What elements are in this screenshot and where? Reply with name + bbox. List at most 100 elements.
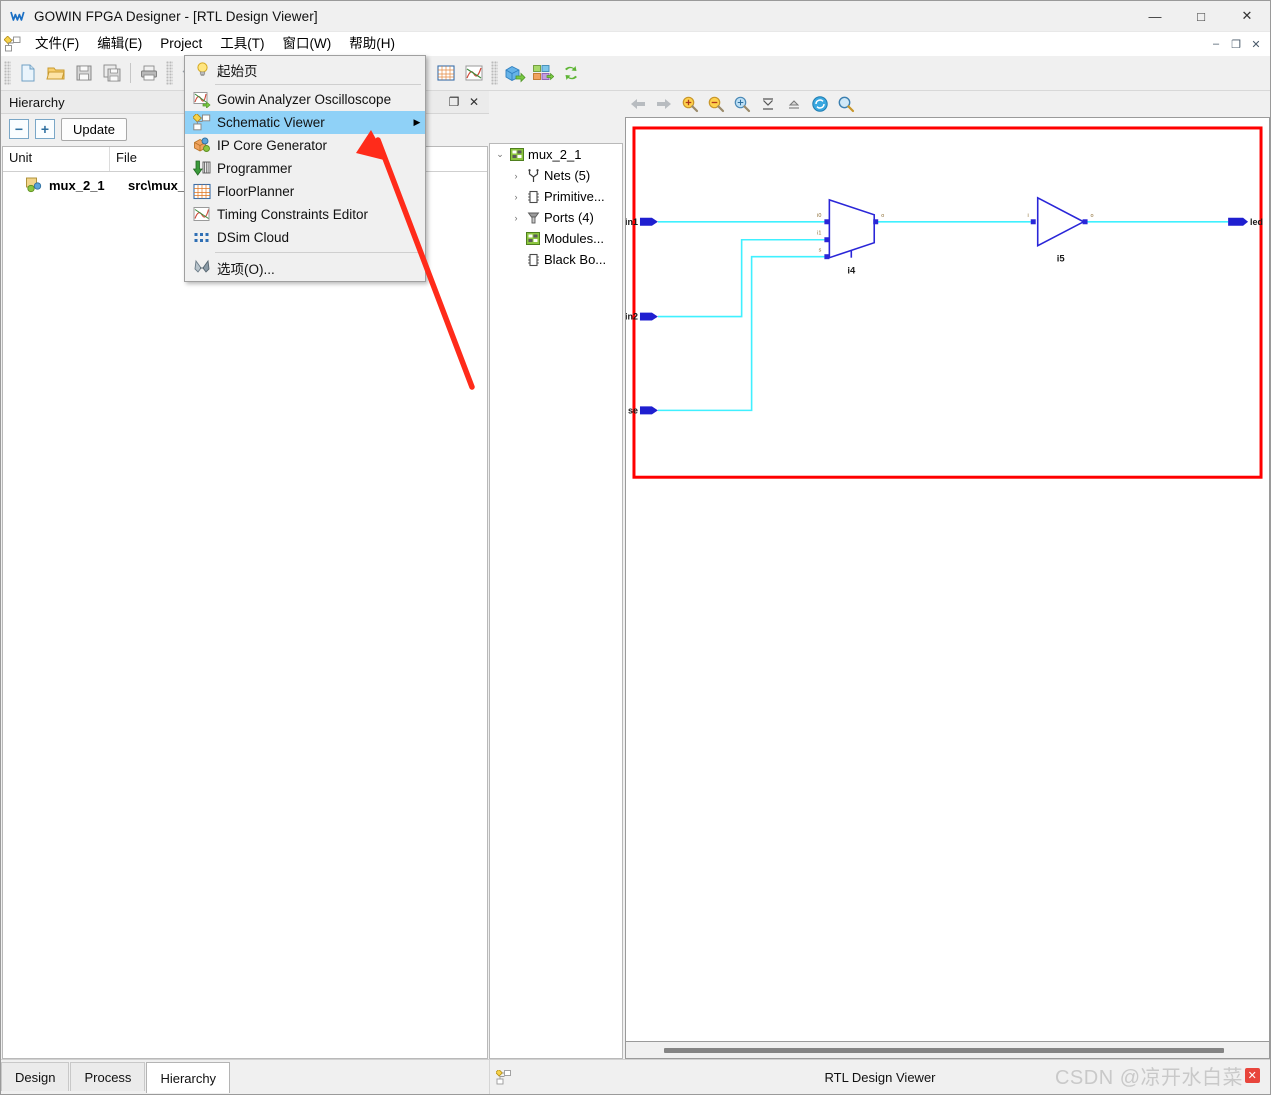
- refresh-icon[interactable]: [557, 59, 585, 87]
- zoom-out-icon[interactable]: [703, 92, 729, 116]
- window-controls: — □ ✕: [1132, 1, 1270, 31]
- collapse-all-button[interactable]: −: [9, 119, 29, 139]
- tools-menu-label: DSim Cloud: [217, 230, 290, 245]
- tools-menu-programmer[interactable]: Programmer: [185, 157, 425, 180]
- back-arrow-icon[interactable]: [625, 92, 651, 116]
- menu-help[interactable]: 帮助(H): [340, 33, 404, 56]
- port-icon: [524, 211, 542, 225]
- column-header-unit[interactable]: Unit: [3, 147, 110, 171]
- chevron-down-icon[interactable]: ⌄: [492, 149, 508, 160]
- menu-file[interactable]: 文件(F): [26, 33, 88, 56]
- ip-core-generator-icon[interactable]: [501, 59, 529, 87]
- save-all-icon[interactable]: [98, 59, 126, 87]
- tree-node-primitives[interactable]: › Primitive...: [490, 186, 622, 207]
- panel-close-button[interactable]: ✕: [465, 93, 483, 111]
- expand-all-button[interactable]: +: [35, 119, 55, 139]
- window-maximize-button[interactable]: □: [1178, 1, 1224, 31]
- tree-node-nets[interactable]: › Nets (5): [490, 165, 622, 186]
- schematic-canvas[interactable]: i0 i1 s o i4 i o i5 in1 in2 se led: [625, 117, 1270, 1042]
- mdi-restore-button[interactable]: ❐: [1226, 35, 1246, 53]
- floorplanner-icon[interactable]: [432, 59, 460, 87]
- window-title: GOWIN FPGA Designer - [RTL Design Viewer…: [34, 8, 318, 24]
- update-button[interactable]: Update: [61, 117, 127, 141]
- open-folder-icon[interactable]: [42, 59, 70, 87]
- search-icon[interactable]: [833, 92, 859, 116]
- panel-float-button[interactable]: ❐: [445, 93, 463, 111]
- menu-edit[interactable]: 编辑(E): [88, 33, 151, 56]
- expand-icon[interactable]: [781, 92, 807, 116]
- tab-design[interactable]: Design: [1, 1062, 70, 1091]
- hierarchy-panel-title: Hierarchy: [9, 94, 65, 110]
- zoom-fit-icon[interactable]: [729, 92, 755, 116]
- submenu-arrow-icon: ▶: [413, 117, 421, 127]
- schematic-viewer-icon[interactable]: [529, 59, 557, 87]
- tab-process[interactable]: Process: [70, 1062, 146, 1091]
- instance-i5[interactable]: i o i5: [1028, 196, 1094, 265]
- mdi-minimize-button[interactable]: –: [1206, 35, 1226, 53]
- save-icon[interactable]: [70, 59, 98, 87]
- tools-menu-label: Gowin Analyzer Oscilloscope: [217, 92, 392, 107]
- schematic-horizontal-scrollbar[interactable]: [625, 1042, 1270, 1059]
- buffer-body: [1036, 196, 1086, 248]
- ip-core-icon: [187, 137, 217, 154]
- window-close-button[interactable]: ✕: [1224, 1, 1270, 31]
- tools-menu-ip-core-generator[interactable]: IP Core Generator: [185, 134, 425, 157]
- menu-project[interactable]: Project: [151, 33, 211, 56]
- toolbar-grip-3[interactable]: [491, 61, 498, 85]
- tools-menu-timing-constraints-editor[interactable]: Timing Constraints Editor: [185, 203, 425, 226]
- forward-arrow-icon[interactable]: [651, 92, 677, 116]
- toolbar-grip-2[interactable]: [166, 61, 173, 85]
- schematic-drawing: i0 i1 s o i4 i o i5 in1 in2 se led: [626, 126, 1263, 479]
- application-window: GOWIN FPGA Designer - [RTL Design Viewer…: [0, 0, 1271, 1095]
- port-marker-se[interactable]: [639, 406, 658, 415]
- oscilloscope-icon: [187, 91, 217, 108]
- collapse-icon[interactable]: [755, 92, 781, 116]
- window-minimize-button[interactable]: —: [1132, 1, 1178, 31]
- print-icon[interactable]: [135, 59, 163, 87]
- timing-editor-icon: [187, 206, 217, 223]
- wires: [657, 220, 1229, 412]
- tree-node-modules[interactable]: Modules...: [490, 228, 622, 249]
- csdn-watermark: CSDN @凉开水白菜 ✕: [1055, 1061, 1260, 1090]
- regenerate-icon[interactable]: [807, 92, 833, 116]
- unit-file-table: Unit File mux_2_1 src\mux_2_1.: [2, 146, 488, 1059]
- instance-i4[interactable]: i0 i1 s o i4: [817, 198, 884, 277]
- tree-node-root[interactable]: ⌄ mux_2_1: [490, 144, 622, 165]
- new-file-icon[interactable]: [14, 59, 42, 87]
- chevron-right-icon[interactable]: ›: [508, 213, 524, 223]
- scrollbar-thumb[interactable]: [664, 1047, 1224, 1053]
- chevron-right-icon[interactable]: ›: [508, 192, 524, 202]
- tree-node-black-boxes[interactable]: Black Bo...: [490, 249, 622, 270]
- netlist-tree-dock: ⌄ mux_2_1 › Nets (5) › Primitive... › Po…: [489, 91, 625, 1059]
- tools-menu-options[interactable]: 选项(O)...: [185, 256, 425, 279]
- tools-menu-floorplanner[interactable]: FloorPlanner: [185, 180, 425, 203]
- port-marker-in2[interactable]: [639, 312, 658, 321]
- menu-window[interactable]: 窗口(W): [274, 33, 341, 56]
- tree-node-label: Black Bo...: [544, 252, 607, 267]
- port-marker-led[interactable]: [1228, 217, 1249, 226]
- chevron-right-icon[interactable]: ›: [508, 171, 524, 181]
- mux-body: [828, 198, 876, 259]
- tools-menu-dsim-cloud[interactable]: DSim Cloud: [185, 226, 425, 249]
- menu-separator: [215, 252, 421, 253]
- toolbar-grip[interactable]: [4, 61, 11, 85]
- pin-label-s: s: [819, 248, 822, 254]
- pin-label-o: o: [881, 213, 884, 219]
- menu-tools[interactable]: 工具(T): [211, 33, 273, 56]
- tools-menu-start-page[interactable]: 起始页: [185, 58, 425, 81]
- tools-menu-schematic-viewer[interactable]: Schematic Viewer ▶: [185, 111, 425, 134]
- port-marker-in1[interactable]: [639, 217, 658, 226]
- tools-menu-label: Programmer: [217, 161, 293, 176]
- tree-node-label: Modules...: [544, 231, 604, 246]
- zoom-in-icon[interactable]: [677, 92, 703, 116]
- pin-label-o: o: [1091, 213, 1094, 219]
- tools-menu-gowin-analyzer-oscilloscope[interactable]: Gowin Analyzer Oscilloscope: [185, 88, 425, 111]
- tab-hierarchy[interactable]: Hierarchy: [146, 1062, 231, 1093]
- tree-node-label: Ports (4): [544, 210, 594, 225]
- mdi-close-button[interactable]: ✕: [1246, 35, 1266, 53]
- options-icon: [187, 259, 217, 276]
- floorplanner-icon: [187, 183, 217, 200]
- tree-node-ports[interactable]: › Ports (4): [490, 207, 622, 228]
- menu-separator: [215, 84, 421, 85]
- timing-constraints-icon[interactable]: [460, 59, 488, 87]
